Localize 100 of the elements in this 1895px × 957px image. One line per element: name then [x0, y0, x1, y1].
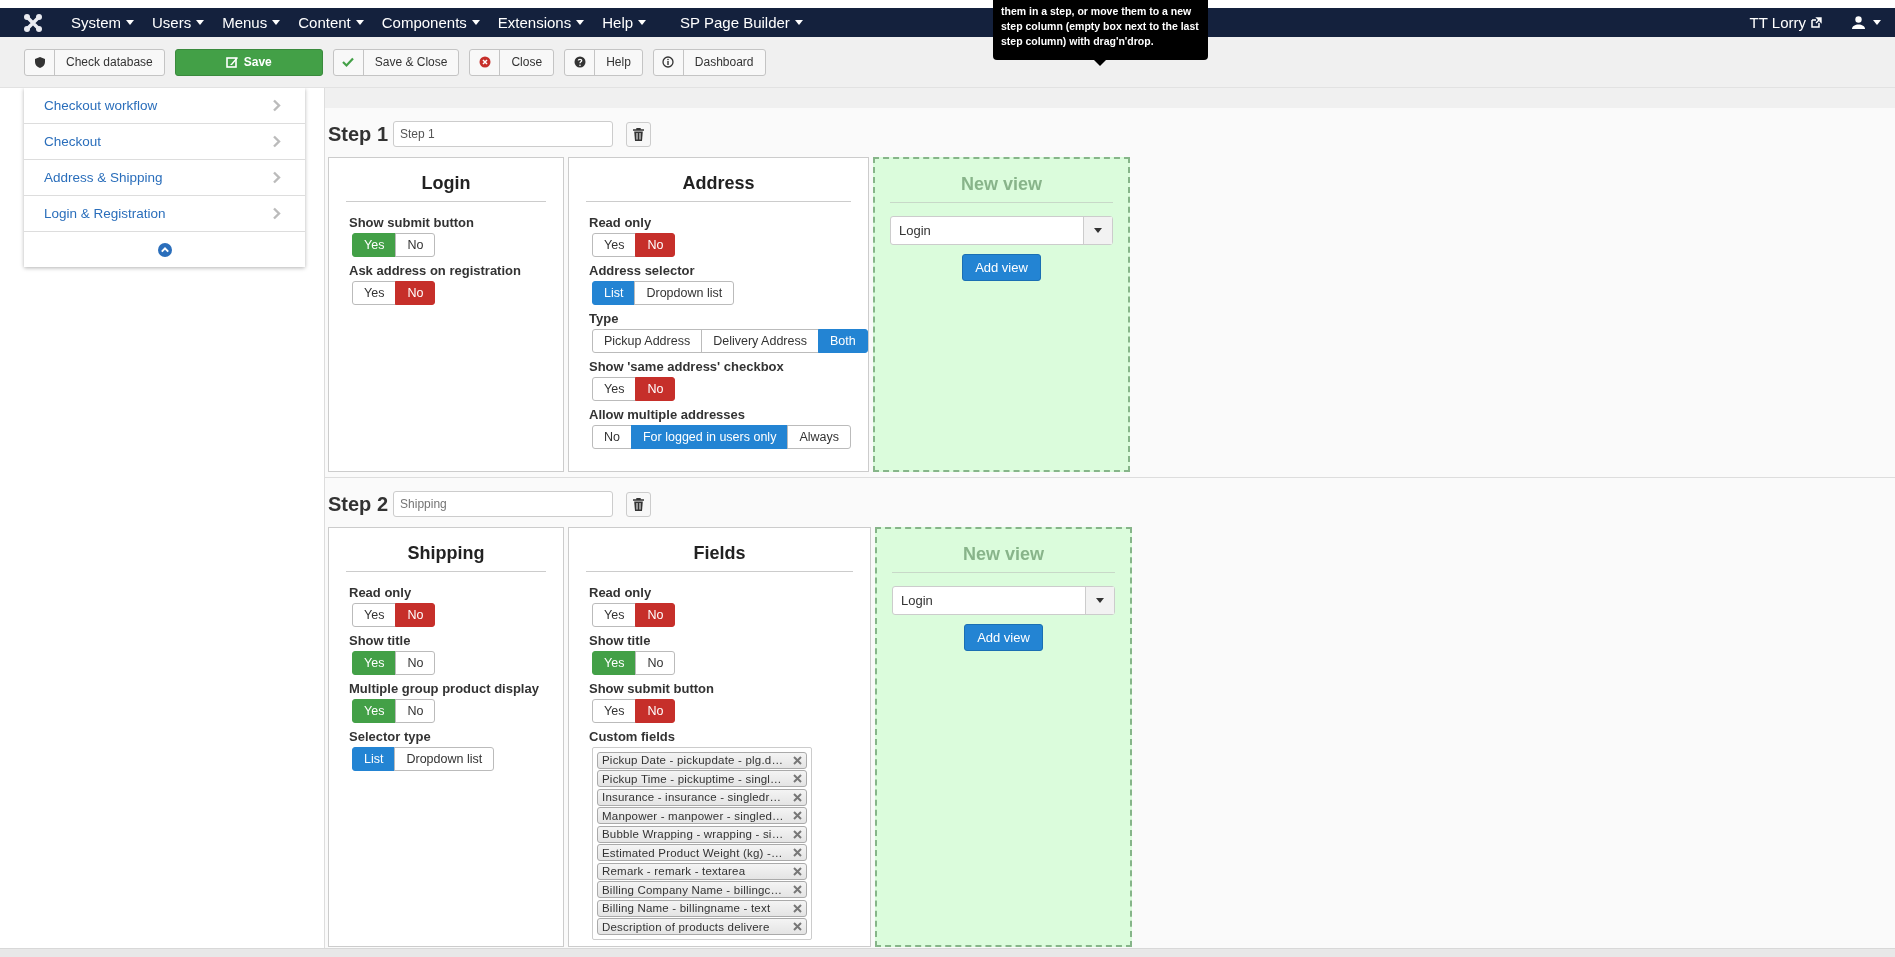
toggle-option[interactable]: No	[395, 603, 436, 627]
shield-icon	[33, 56, 46, 68]
option-label: Read only	[589, 585, 653, 600]
remove-icon[interactable]	[793, 866, 802, 876]
toggle-option[interactable]: List	[592, 281, 636, 305]
toggle-option[interactable]: No	[395, 699, 436, 723]
toggle-option[interactable]: No	[635, 233, 676, 257]
toggle-option[interactable]: No	[635, 651, 676, 675]
tag-list[interactable]	[592, 747, 812, 940]
toggle-option[interactable]: No	[635, 377, 676, 401]
view-select[interactable]: Login	[892, 586, 1115, 615]
delete-button[interactable]	[626, 491, 652, 517]
option-label: Address selector	[589, 263, 696, 278]
sidebar-link[interactable]: Login & Registration	[44, 206, 166, 221]
remove-icon[interactable]	[793, 774, 802, 783]
caret-icon	[576, 20, 585, 25]
view-title: Address	[586, 158, 851, 202]
logo-icon	[22, 12, 44, 33]
toggle-option[interactable]: Dropdown list	[634, 281, 735, 305]
option-label: Show submit button	[349, 215, 475, 230]
remove-icon[interactable]	[793, 811, 802, 820]
view-select[interactable]: Login	[890, 216, 1113, 245]
remove-icon[interactable]	[793, 829, 802, 839]
toggle-option[interactable]: No	[592, 425, 632, 449]
delete-button[interactable]	[626, 121, 652, 147]
site-link[interactable]: TT Lorry	[1749, 14, 1822, 31]
toolbar-button[interactable]: Check database	[24, 48, 165, 76]
toggle-option[interactable]: Yes	[352, 281, 397, 305]
nav-menu[interactable]: Content	[289, 14, 373, 31]
step-title: Step 2	[328, 492, 389, 516]
nav-menu[interactable]: Users	[143, 14, 214, 31]
new-view-dropzone[interactable]: New view Login Add view	[873, 157, 1130, 472]
new-view-dropzone[interactable]: New view Login Add view	[875, 527, 1132, 947]
toggle-option[interactable]: No	[635, 603, 676, 627]
check-icon	[342, 56, 355, 68]
toggle-option[interactable]: Yes	[592, 603, 637, 627]
toggle-option[interactable]: Delivery Address	[701, 329, 819, 353]
toggle-option[interactable]: No	[395, 651, 436, 675]
toggle-option[interactable]: Yes	[352, 603, 397, 627]
user-menu[interactable]	[1852, 16, 1881, 29]
toolbar-button[interactable]: Save & Close	[332, 48, 460, 76]
toggle-option[interactable]: Yes	[592, 699, 637, 723]
view-title: Fields	[586, 528, 853, 572]
trash-icon	[633, 127, 645, 141]
field-tag: Billing Company Name - billingc…	[597, 881, 807, 898]
view-title: Shipping	[346, 528, 546, 572]
remove-icon[interactable]	[793, 903, 802, 913]
toggle-option[interactable]: Both	[817, 329, 868, 353]
chevron-icon	[272, 207, 281, 220]
option-label: Read only	[349, 585, 413, 600]
toggle-option[interactable]: For logged in users only	[631, 425, 789, 449]
tooltip: them in a step, or move them to a new step column (empty box next to the last step column) with drag'n'drop.	[993, 0, 1208, 60]
option-label: Read only	[589, 215, 653, 230]
nav-menu[interactable]: Help	[593, 14, 656, 31]
field-tag: Description of products delivere	[597, 918, 807, 935]
remove-icon[interactable]	[793, 792, 802, 802]
toggle-option[interactable]: No	[395, 281, 436, 305]
option-label: Show 'same address' checkbox	[589, 359, 785, 374]
nav-menu[interactable]: Menus	[213, 14, 290, 31]
caret-icon	[638, 20, 647, 25]
toolbar-button[interactable]: Dashboard	[652, 48, 766, 76]
chevron-icon	[272, 171, 281, 184]
nav-menu[interactable]: Extensions	[488, 14, 594, 31]
sidebar-link[interactable]: Checkout	[44, 134, 102, 149]
nav-menu[interactable]: Components	[372, 14, 489, 31]
step-name-field[interactable]: Step 1	[393, 121, 614, 147]
option-label: Show title	[349, 633, 412, 648]
remove-icon[interactable]	[793, 848, 802, 857]
toggle-option[interactable]: No	[635, 699, 676, 723]
caret-icon	[272, 20, 281, 25]
nav-menu[interactable]: System	[62, 14, 143, 31]
toggle-option[interactable]: Yes	[592, 233, 637, 257]
toggle-option[interactable]: Dropdown list	[394, 747, 495, 771]
view-title: Login	[346, 158, 546, 202]
remove-icon[interactable]	[793, 885, 802, 894]
remove-icon[interactable]	[793, 755, 802, 765]
view-title: New view	[892, 529, 1115, 573]
toggle-option[interactable]: No	[395, 233, 436, 257]
sidebar-link[interactable]: Address & Shipping	[44, 170, 163, 185]
caret-icon	[196, 20, 205, 25]
toggle-option[interactable]: Always	[787, 425, 851, 449]
toggle-option[interactable]: Pickup Address	[592, 329, 703, 353]
step-name-field[interactable]: Shipping	[393, 491, 614, 517]
field-tag: Bubble Wrapping - wrapping - si…	[597, 825, 807, 843]
option-label: Multiple group product display	[349, 681, 540, 696]
caret-icon	[471, 20, 480, 25]
caret-icon	[1096, 598, 1104, 603]
sidebar-link[interactable]: Checkout workflow	[44, 98, 158, 113]
toggle-option[interactable]: List	[352, 747, 396, 771]
toggle-option[interactable]: Yes	[592, 377, 637, 401]
toolbar-button[interactable]: Help	[564, 48, 643, 76]
add-view-button[interactable]: Add view	[962, 254, 1041, 281]
toolbar-button[interactable]: Close	[469, 48, 555, 76]
nav-menu[interactable]: SP Page Builder	[671, 14, 812, 31]
collapse-icon[interactable]	[157, 242, 172, 257]
help-icon	[573, 56, 586, 68]
add-view-button[interactable]: Add view	[964, 624, 1043, 651]
remove-icon[interactable]	[793, 922, 802, 931]
field-tag: Insurance - insurance - singledr…	[597, 788, 807, 806]
horizontal-scrollbar[interactable]	[0, 948, 1895, 957]
